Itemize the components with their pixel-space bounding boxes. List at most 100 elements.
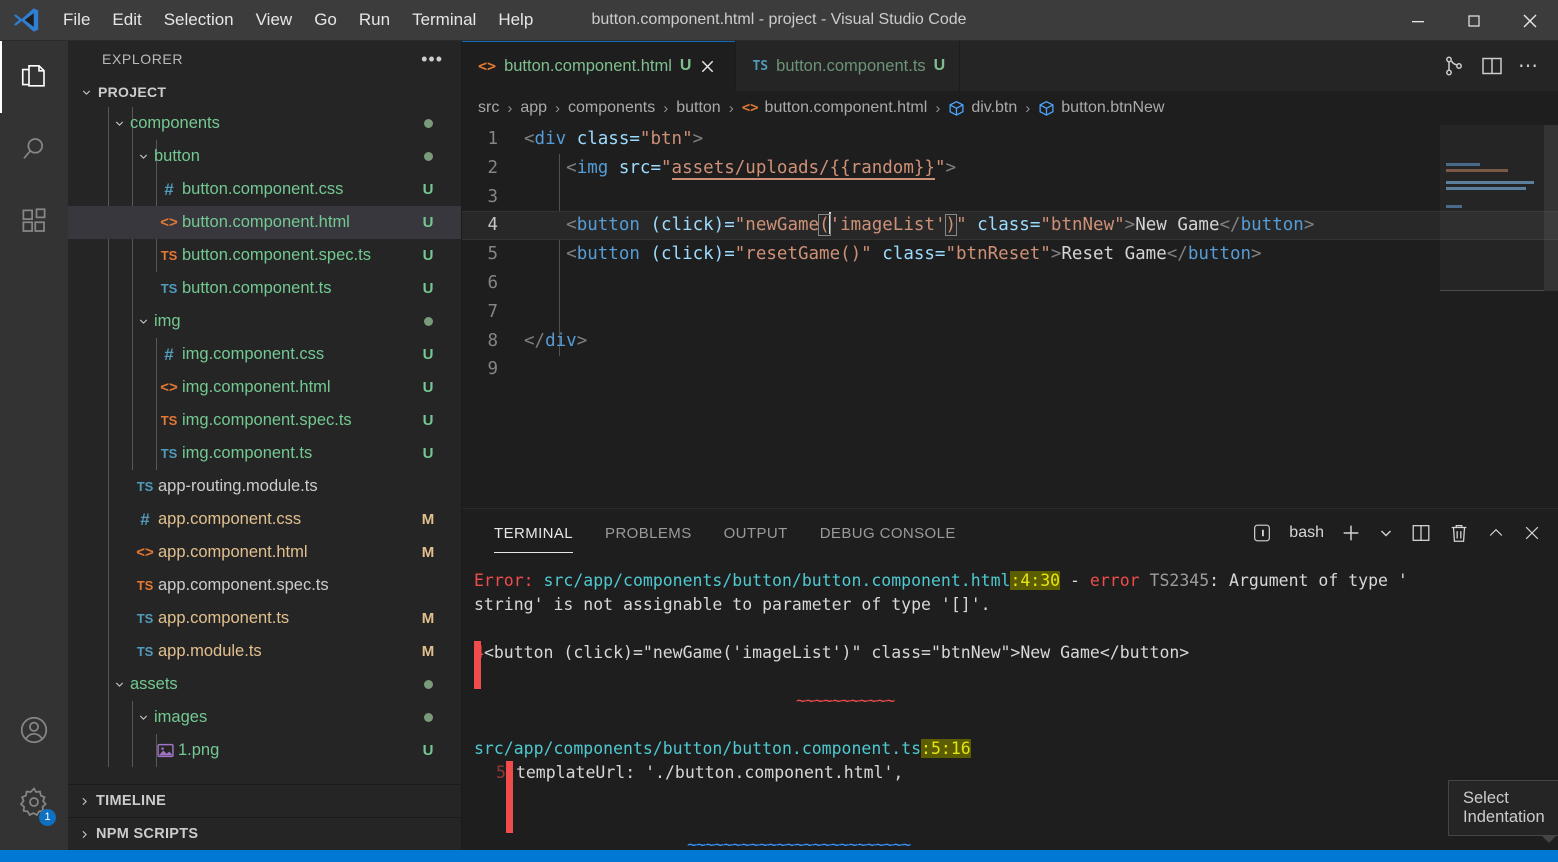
tree-item-folder-assets[interactable]: assets (68, 668, 461, 701)
token-punct: > (576, 330, 588, 351)
tree-item-status: U (422, 346, 434, 363)
terminal-ref-path[interactable]: src/app/components/button/button.compone… (474, 739, 921, 758)
menu-item-go[interactable]: Go (303, 5, 348, 35)
split-editor-icon[interactable] (1480, 54, 1504, 78)
code-line-4[interactable]: 4 <button (click)="newGame('imageList')"… (462, 211, 1558, 241)
chevron-up-icon[interactable] (1486, 523, 1506, 543)
minimap[interactable] (1440, 125, 1544, 508)
menu-item-help[interactable]: Help (487, 5, 544, 35)
tree-item-file-app-module-ts[interactable]: TS app.module.ts M (68, 635, 461, 668)
tab-button-component-ts[interactable]: TS button.component.ts U (736, 41, 961, 91)
menu-item-file[interactable]: File (52, 5, 101, 35)
terminal-output[interactable]: Error: src/app/components/button/button.… (462, 557, 1558, 850)
menu-item-view[interactable]: View (245, 5, 304, 35)
code-line-5[interactable]: 5 <button (click)="resetGame()" class="b… (462, 240, 1558, 269)
maximize-button[interactable] (1446, 0, 1502, 41)
breadcrumb-item-button-btnnew[interactable]: button.btnNew (1038, 99, 1164, 117)
tree-item-file-app-component-spec-ts[interactable]: TS app.component.spec.ts (68, 569, 461, 602)
line-text[interactable]: </div> (524, 327, 1558, 356)
section-header-project[interactable]: PROJECT (68, 77, 461, 107)
trash-icon[interactable] (1448, 522, 1470, 544)
tree-item-file-img-component-spec-ts[interactable]: TS img.component.spec.ts U (68, 404, 461, 437)
line-text[interactable]: <img src="assets/uploads/{{random}}"> (524, 154, 1558, 183)
file-tree[interactable]: components button # button.component.css… (68, 107, 461, 784)
sidebar-more-actions-icon[interactable]: ••• (421, 50, 443, 68)
code-editor[interactable]: 1 <div class="btn"> 2 <img src="assets/u… (462, 125, 1558, 508)
tree-item-file-button-component-html[interactable]: <> button.component.html U (68, 206, 461, 239)
tree-item-file-img-component-ts[interactable]: TS img.component.ts U (68, 437, 461, 470)
code-line-3[interactable]: 3 (462, 183, 1558, 212)
panel-tab-terminal[interactable]: TERMINAL (478, 509, 589, 557)
menu-item-selection[interactable]: Selection (153, 5, 245, 35)
tree-item-file-app-routing-module-ts[interactable]: TS app-routing.module.ts (68, 470, 461, 503)
close-panel-icon[interactable] (1522, 523, 1542, 543)
tree-item-file-button-component-spec-ts[interactable]: TS button.component.spec.ts U (68, 239, 461, 272)
split-terminal-icon[interactable] (1410, 522, 1432, 544)
code-line-1[interactable]: 1 <div class="btn"> (462, 125, 1558, 154)
tree-item-file-1-png[interactable]: 1.png U (68, 734, 461, 767)
chevron-right-icon (76, 828, 92, 841)
minimize-button[interactable] (1390, 0, 1446, 41)
source-control-graph-icon[interactable] (1442, 54, 1466, 78)
tree-item-folder-images[interactable]: images (68, 701, 461, 734)
tree-item-file-button-component-css[interactable]: # button.component.css U (68, 173, 461, 206)
token-bracket-match: ) (944, 214, 958, 237)
chevron-down-icon[interactable] (1378, 525, 1394, 541)
panel-tab-output[interactable]: OUTPUT (708, 509, 804, 557)
status-bar[interactable] (0, 850, 1558, 862)
section-header-npm-scripts[interactable]: NPM SCRIPTS (68, 817, 461, 850)
tree-item-label: app-routing.module.ts (158, 477, 318, 495)
code-line-8[interactable]: 8 </div> (462, 327, 1558, 356)
breadcrumb-item-app[interactable]: app (520, 99, 547, 117)
token-punct: > (1124, 215, 1136, 236)
new-terminal-icon[interactable] (1340, 522, 1362, 544)
activity-settings-gear-icon[interactable]: 1 (0, 766, 68, 838)
more-actions-icon[interactable]: ⋯ (1518, 56, 1540, 76)
tree-item-file-img-component-css[interactable]: # img.component.css U (68, 338, 461, 371)
breadcrumb-separator: › (507, 99, 513, 117)
line-text[interactable] (524, 355, 1558, 384)
line-text[interactable] (524, 183, 1558, 212)
tree-item-file-app-component-html[interactable]: <> app.component.html M (68, 536, 461, 569)
code-line-2[interactable]: 2 <img src="assets/uploads/{{random}}"> (462, 154, 1558, 183)
menu-item-terminal[interactable]: Terminal (401, 5, 487, 35)
menu-item-run[interactable]: Run (348, 5, 401, 35)
tree-item-file-app-component-ts[interactable]: TS app.component.ts M (68, 602, 461, 635)
tree-item-file-button-component-ts[interactable]: TS button.component.ts U (68, 272, 461, 305)
code-line-7[interactable]: 7 (462, 298, 1558, 327)
breadcrumb-item-file[interactable]: <> button.component.html (742, 99, 928, 117)
activity-explorer-icon[interactable] (0, 41, 68, 113)
breadcrumb-item-button[interactable]: button (676, 99, 720, 117)
editor-vertical-scrollbar[interactable] (1544, 125, 1558, 508)
code-line-9[interactable]: 9 (462, 355, 1558, 384)
code-content[interactable]: 1 <div class="btn"> 2 <img src="assets/u… (462, 125, 1558, 508)
menu-item-edit[interactable]: Edit (101, 5, 152, 35)
line-text[interactable]: <div class="btn"> (524, 125, 1558, 154)
tree-item-file-img-component-html[interactable]: <> img.component.html U (68, 371, 461, 404)
panel-tab-problems[interactable]: PROBLEMS (589, 509, 708, 557)
line-text[interactable]: <button (click)="resetGame()" class="btn… (524, 240, 1558, 269)
close-button[interactable] (1502, 0, 1558, 41)
breadcrumb-item-src[interactable]: src (478, 99, 499, 117)
breadcrumb-item-components[interactable]: components (568, 99, 655, 117)
scrollbar-thumb[interactable] (1544, 125, 1558, 291)
line-text[interactable] (524, 269, 1558, 298)
activity-account-icon[interactable] (0, 694, 68, 766)
breadcrumb-item-div-btn[interactable]: div.btn (948, 99, 1017, 117)
section-header-timeline[interactable]: TIMELINE (68, 784, 461, 817)
code-line-6[interactable]: 6 (462, 269, 1558, 298)
activity-search-icon[interactable] (0, 113, 68, 185)
tree-item-folder-components[interactable]: components (68, 107, 461, 140)
line-number: 4 (487, 215, 498, 236)
tree-item-status (421, 709, 435, 726)
activity-extensions-icon[interactable] (0, 185, 68, 257)
terminal-error-path[interactable]: src/app/components/button/button.compone… (544, 571, 1011, 590)
tree-item-folder-img[interactable]: img (68, 305, 461, 338)
panel-tab-debug-console[interactable]: DEBUG CONSOLE (804, 509, 972, 557)
tree-item-file-app-component-css[interactable]: # app.component.css M (68, 503, 461, 536)
tree-item-folder-button[interactable]: button (68, 140, 461, 173)
tab-close-icon[interactable] (699, 58, 721, 75)
line-text[interactable]: <button (click)="newGame('imageList')" c… (524, 211, 1558, 240)
line-text[interactable] (524, 298, 1558, 327)
tab-button-component-html[interactable]: <> button.component.html U (462, 41, 737, 91)
